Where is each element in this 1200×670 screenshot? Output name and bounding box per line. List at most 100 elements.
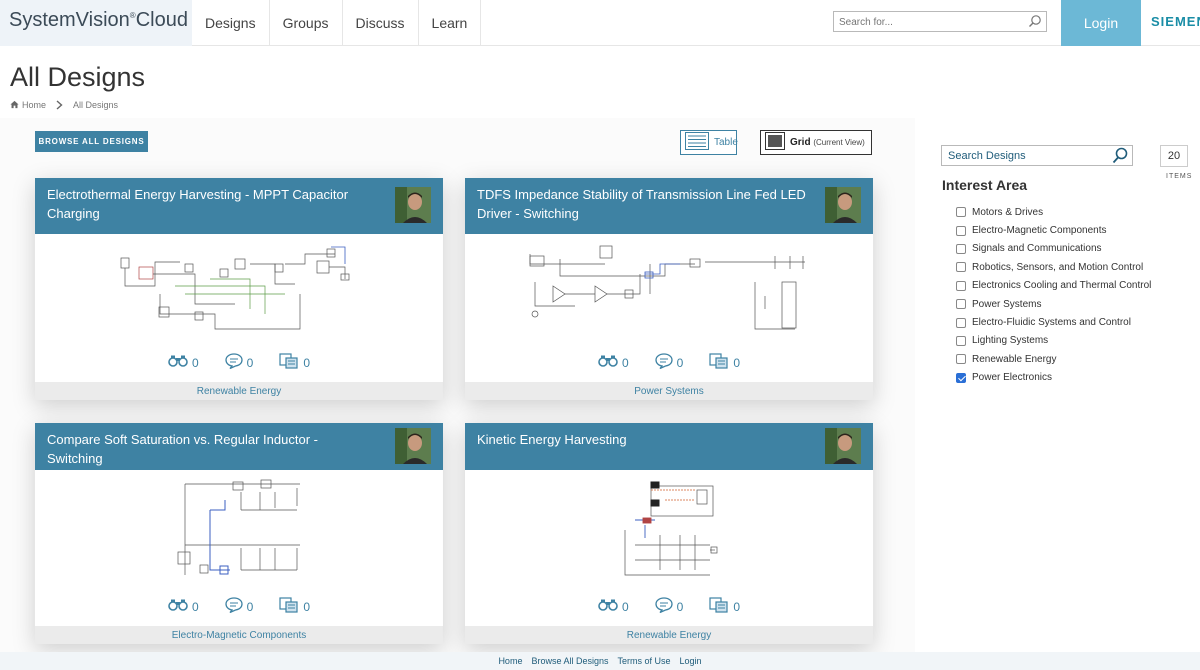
filter-item[interactable]: Lighting Systems [956,332,1151,350]
comments-stat[interactable]: 0 [225,353,254,372]
comment-icon [225,597,243,616]
card-title[interactable]: Kinetic Energy Harvesting [477,430,807,449]
binoculars-icon [168,355,188,370]
nav-learn[interactable]: Learn [419,0,482,46]
filter-label[interactable]: Robotics, Sensors, and Motion Control [972,262,1143,273]
card-preview[interactable]: 0 0 0 [465,470,873,626]
filter-checkbox[interactable] [956,262,966,273]
filter-item[interactable]: Electro-Fluidic Systems and Control [956,313,1151,331]
card-category[interactable]: Power Systems [465,382,873,400]
breadcrumb-home[interactable]: Home [10,100,46,111]
nav-groups[interactable]: Groups [270,0,343,46]
home-icon [10,100,19,111]
filter-item[interactable]: Signals and Communications [956,240,1151,258]
login-button[interactable]: Login [1061,0,1141,46]
siemens-brand[interactable]: SIEMENS [1151,14,1200,29]
filter-label[interactable]: Lighting Systems [972,335,1048,346]
filter-label[interactable]: Power Systems [972,299,1041,310]
design-card[interactable]: Electrothermal Energy Harvesting - MPPT … [35,178,443,400]
interest-area-heading: Interest Area [942,177,1028,193]
filter-item[interactable]: Electronics Cooling and Thermal Control [956,277,1151,295]
copies-stat[interactable]: 0 [709,353,740,372]
views-stat[interactable]: 0 [598,353,629,372]
footer-terms-link[interactable]: Terms of Use [618,656,671,666]
filter-sidebar: 20 ITEMS Interest Area Motors & Drives E… [928,129,1200,652]
views-stat[interactable]: 0 [598,597,629,616]
card-category[interactable]: Electro-Magnetic Components [35,626,443,644]
filter-checkbox[interactable] [956,280,966,291]
footer-links: Home Browse All Designs Terms of Use Log… [0,652,1200,670]
comments-stat[interactable]: 0 [225,597,254,616]
design-card[interactable]: Kinetic Energy Harvesting 0 0 0 Renewabl… [465,423,873,644]
interest-area-filters: Motors & Drives Electro-Magnetic Compone… [956,203,1151,387]
filter-label[interactable]: Electronics Cooling and Thermal Control [972,280,1151,291]
filter-label[interactable]: Renewable Energy [972,354,1057,365]
filter-item[interactable]: Robotics, Sensors, and Motion Control [956,258,1151,276]
filter-item[interactable]: Renewable Energy [956,350,1151,368]
views-stat[interactable]: 0 [168,597,199,616]
filter-checkbox[interactable] [956,372,966,383]
filter-checkbox[interactable] [956,225,966,236]
views-stat[interactable]: 0 [168,353,199,372]
filter-checkbox[interactable] [956,207,966,218]
comments-stat[interactable]: 0 [655,597,683,616]
grid-view-button[interactable]: Grid (Current View) [760,130,872,155]
items-per-page-select[interactable]: 20 [1160,145,1188,167]
footer-browse-link[interactable]: Browse All Designs [531,656,608,666]
browse-all-designs-button[interactable]: BROWSE ALL DESIGNS [35,131,148,152]
filter-label[interactable]: Motors & Drives [972,207,1043,218]
comment-icon [225,353,243,372]
copies-stat[interactable]: 0 [279,597,310,616]
card-preview[interactable]: 0 0 0 [465,234,873,382]
avatar[interactable] [395,428,431,464]
card-header[interactable]: Compare Soft Saturation vs. Regular Indu… [35,423,443,470]
avatar[interactable] [825,187,861,223]
filter-label[interactable]: Power Electronics [972,372,1052,383]
card-category[interactable]: Renewable Energy [465,626,873,644]
design-search-input[interactable] [942,146,1107,166]
comments-count: 0 [246,599,254,614]
card-title[interactable]: TDFS Impedance Stability of Transmission… [477,185,807,223]
filter-checkbox[interactable] [956,354,966,365]
filter-item[interactable]: Power Electronics [956,369,1151,387]
search-icon[interactable] [1028,14,1042,33]
table-view-button[interactable]: Table [680,130,738,155]
top-search-input[interactable] [834,13,1019,32]
copies-stat[interactable]: 0 [709,597,740,616]
card-header[interactable]: Kinetic Energy Harvesting [465,423,873,470]
card-category[interactable]: Renewable Energy [35,382,443,400]
filter-checkbox[interactable] [956,243,966,254]
filter-label[interactable]: Electro-Magnetic Components [972,225,1107,236]
filter-label[interactable]: Electro-Fluidic Systems and Control [972,317,1131,328]
views-count: 0 [191,355,199,370]
nav-designs[interactable]: Designs [192,0,270,46]
card-title[interactable]: Electrothermal Energy Harvesting - MPPT … [47,185,377,223]
filter-item[interactable]: Electro-Magnetic Components [956,221,1151,239]
binoculars-icon [168,599,188,614]
copies-stat[interactable]: 0 [279,353,310,372]
card-title[interactable]: Compare Soft Saturation vs. Regular Indu… [47,430,377,468]
filter-checkbox[interactable] [956,335,966,346]
card-preview[interactable]: 0 0 0 [35,234,443,382]
design-card[interactable]: TDFS Impedance Stability of Transmission… [465,178,873,400]
comments-count: 0 [246,355,254,370]
card-stats: 0 0 0 [35,353,443,372]
filter-checkbox[interactable] [956,299,966,310]
card-header[interactable]: Electrothermal Energy Harvesting - MPPT … [35,178,443,234]
footer-home-link[interactable]: Home [498,656,522,666]
logo-area[interactable]: SystemVision®Cloud [0,0,192,46]
filter-item[interactable]: Power Systems [956,295,1151,313]
filter-label[interactable]: Signals and Communications [972,243,1102,254]
card-preview[interactable]: 0 0 0 [35,470,443,626]
design-card[interactable]: Compare Soft Saturation vs. Regular Indu… [35,423,443,644]
card-header[interactable]: TDFS Impedance Stability of Transmission… [465,178,873,234]
nav-discuss[interactable]: Discuss [343,0,419,46]
avatar[interactable] [395,187,431,223]
avatar[interactable] [825,428,861,464]
app-logo[interactable]: SystemVision®Cloud [9,9,188,32]
filter-checkbox[interactable] [956,317,966,328]
footer-login-link[interactable]: Login [680,656,702,666]
search-icon[interactable] [1112,147,1128,169]
filter-item[interactable]: Motors & Drives [956,203,1151,221]
comments-stat[interactable]: 0 [655,353,683,372]
